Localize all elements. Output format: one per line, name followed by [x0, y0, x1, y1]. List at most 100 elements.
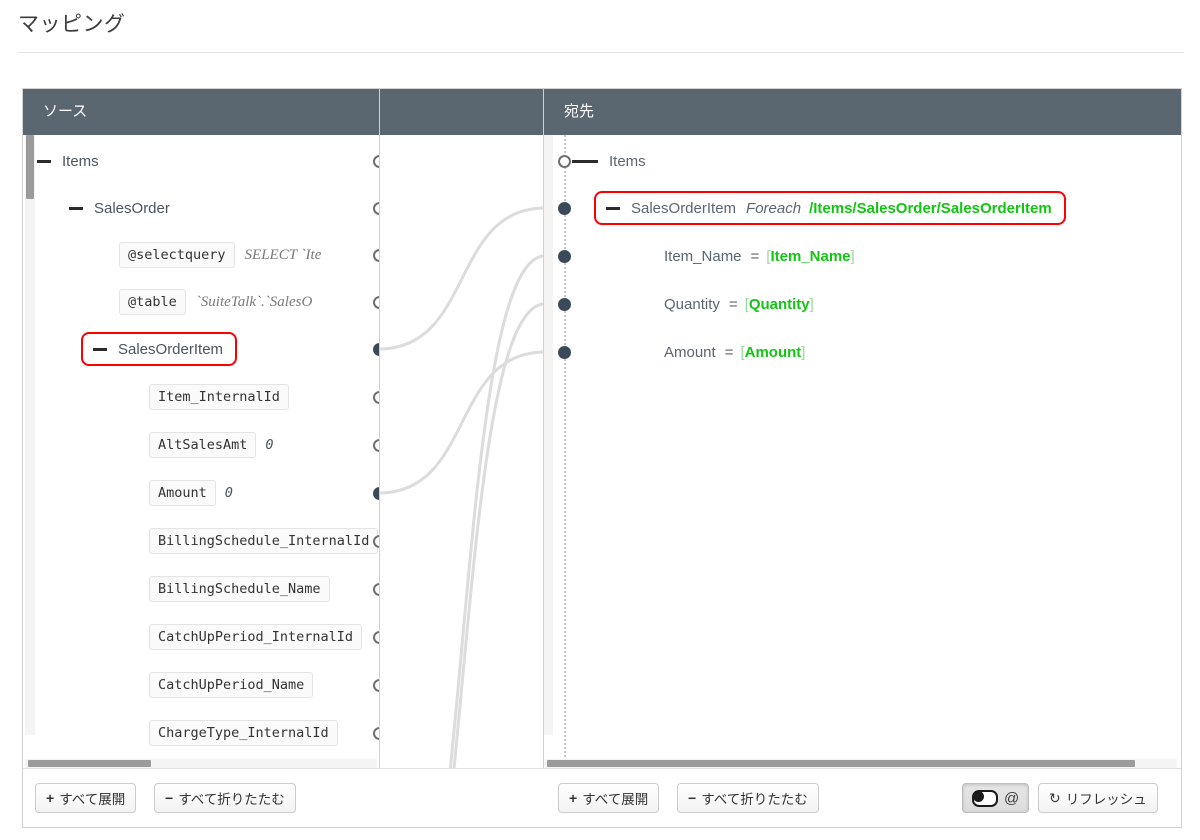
source-tree-row[interactable]: Items [37, 144, 99, 178]
destination-tree[interactable]: Items SalesOrderItem Foreach/Items/SalesOr… [544, 135, 1181, 747]
source-expand-all-button[interactable]: + すべて展開 [35, 783, 137, 813]
source-field-chip[interactable]: Item_InternalId [149, 384, 289, 410]
bracket-close: ] [801, 343, 806, 361]
source-header: ソース [23, 89, 379, 135]
destination-header-label: 宛先 [564, 103, 595, 120]
destination-mapped-value: Quantity [748, 295, 810, 313]
source-tree-row[interactable]: SalesOrder [69, 191, 170, 225]
destination-toolbar: + すべて展開 − すべて折りたたむ @ ↻ リフレッシュ [544, 768, 1181, 827]
source-tree-row[interactable]: CatchUpPeriod_InternalId [149, 620, 363, 654]
source-tree-row[interactable]: @table `SuiteTalk`.`SalesO [119, 285, 312, 319]
foreach-keyword: Foreach [746, 199, 802, 217]
destination-vscrollbar-track[interactable] [544, 135, 553, 735]
source-vscrollbar-thumb[interactable] [26, 135, 34, 199]
source-collapse-all-label: すべて折りたたむ [178, 792, 285, 807]
destination-node-label: SalesOrderItem [631, 199, 737, 217]
source-tree-row[interactable]: CatchUpPeriod_Name [149, 668, 314, 702]
source-value: `SuiteTalk`.`SalesO [195, 293, 313, 310]
destination-expand-all-button[interactable]: + すべて展開 [558, 783, 660, 813]
source-hscrollbar-thumb[interactable] [28, 760, 151, 767]
source-field-chip[interactable]: BillingSchedule_Name [149, 576, 330, 602]
destination-collapse-all-label: すべて折りたたむ [701, 792, 808, 807]
foreach-path: /Items/SalesOrder/SalesOrderItem [809, 199, 1052, 217]
connector-wire[interactable] [380, 350, 544, 495]
collapse-icon[interactable] [93, 347, 107, 351]
source-tree-row[interactable]: Item_InternalId [149, 380, 289, 414]
source-field-chip[interactable]: CatchUpPeriod_Name [149, 672, 314, 698]
page-title: マッピング [18, 13, 126, 36]
source-field-chip[interactable]: CatchUpPeriod_InternalId [149, 624, 363, 650]
source-field-chip[interactable]: AltSalesAmt [149, 432, 257, 458]
destination-hscrollbar-thumb[interactable] [547, 760, 1135, 767]
plus-icon: + [46, 790, 55, 806]
source-tree-row[interactable]: BillingSchedule_InternalId [149, 524, 379, 558]
source-attribute-chip[interactable]: @selectquery [119, 242, 235, 268]
source-tree-row[interactable]: ChargeType_InternalId [149, 716, 338, 750]
toggle-switch-icon [972, 789, 998, 807]
destination-mapped-value: Item_Name [770, 247, 851, 265]
connector-wire[interactable] [380, 254, 544, 827]
destination-tree-row[interactable]: Quantity =[Quantity] [664, 287, 814, 321]
equals-sign: = [728, 295, 738, 313]
collapse-icon[interactable] [37, 159, 51, 163]
destination-field-name: Amount [664, 343, 716, 361]
destination-tree-row[interactable]: Amount =[Amount] [664, 335, 805, 369]
destination-mapped-value: Amount [744, 343, 802, 361]
source-collapse-all-button[interactable]: − すべて折りたたむ [154, 783, 296, 813]
source-expand-all-label: すべて展開 [59, 792, 126, 807]
source-panel: Items SalesOrder @selectquery SELECT `Ite @t… [23, 135, 380, 827]
source-attribute-chip[interactable]: @table [119, 289, 186, 315]
source-value: 0 [265, 437, 274, 453]
minus-icon: − [688, 790, 697, 806]
collapse-icon[interactable] [69, 206, 83, 210]
connector-toolbar [380, 768, 544, 827]
title-divider [18, 52, 1184, 53]
connector-wire[interactable] [380, 302, 544, 827]
destination-anchor-dot[interactable] [557, 345, 571, 359]
destination-anchor-dot[interactable] [557, 297, 571, 311]
destination-panel: Items SalesOrderItem Foreach/Items/SalesOr… [544, 135, 1181, 827]
source-vscrollbar-track[interactable] [25, 135, 35, 735]
destination-highlight-ring: SalesOrderItem Foreach/Items/SalesOrder/S… [594, 191, 1066, 225]
destination-node-label: Items [609, 152, 646, 170]
destination-anchor-dot[interactable] [557, 154, 571, 168]
destination-root-stub [572, 160, 586, 163]
source-tree-row[interactable]: @selectquery SELECT `Ite [119, 238, 321, 272]
destination-anchor-dot[interactable] [557, 201, 571, 215]
source-field-chip[interactable]: Amount [149, 480, 216, 506]
connector-panel [380, 135, 544, 827]
source-tree-row[interactable]: Amount 0 [149, 476, 233, 510]
source-field-chip[interactable]: BillingSchedule_InternalId [149, 528, 379, 554]
source-tree-row[interactable]: BillingSchedule_Name [149, 572, 330, 606]
collapse-icon[interactable] [606, 206, 620, 210]
source-tree-row[interactable]: AltSalesAmt 0 [149, 428, 274, 462]
source-highlight-ring: SalesOrderItem [81, 332, 238, 366]
refresh-button[interactable]: ↻ リフレッシュ [1038, 783, 1158, 813]
collapse-icon[interactable] [584, 159, 598, 163]
source-tree[interactable]: Items SalesOrder @selectquery SELECT `Ite @t… [23, 135, 380, 747]
source-value: SELECT `Ite [244, 246, 322, 263]
source-middle-divider [379, 89, 380, 827]
source-node-label: SalesOrder [94, 199, 170, 217]
destination-field-name: Quantity [664, 295, 720, 313]
destination-anchor-dot[interactable] [557, 249, 571, 263]
connector-wires [380, 206, 544, 827]
destination-collapse-all-button[interactable]: − すべて折りたたむ [677, 783, 819, 813]
destination-tree-row[interactable]: Item_Name =[Item_Name] [664, 239, 855, 273]
show-attributes-toggle-button[interactable]: @ [962, 783, 1030, 813]
mapping-canvas: ソース 宛先 Items SalesOrder @selectquery SELECT… [22, 88, 1182, 828]
refresh-icon: ↻ [1049, 789, 1061, 806]
destination-field-name: Item_Name [664, 247, 742, 265]
source-value: 0 [224, 485, 233, 501]
source-field-chip[interactable]: ChargeType_InternalId [149, 720, 338, 746]
destination-expand-all-label: すべて展開 [582, 792, 649, 807]
destination-tree-row[interactable]: Items [584, 144, 646, 178]
equals-sign: = [724, 343, 734, 361]
equals-sign: = [750, 247, 760, 265]
connector-wire[interactable] [380, 206, 544, 351]
destination-tree-row[interactable]: SalesOrderItem Foreach/Items/SalesOrder/S… [594, 191, 1066, 225]
source-tree-row[interactable]: SalesOrderItem [81, 332, 238, 366]
plus-icon: + [569, 790, 578, 806]
at-sign-icon: @ [1004, 789, 1020, 807]
refresh-label: リフレッシュ [1065, 792, 1147, 807]
